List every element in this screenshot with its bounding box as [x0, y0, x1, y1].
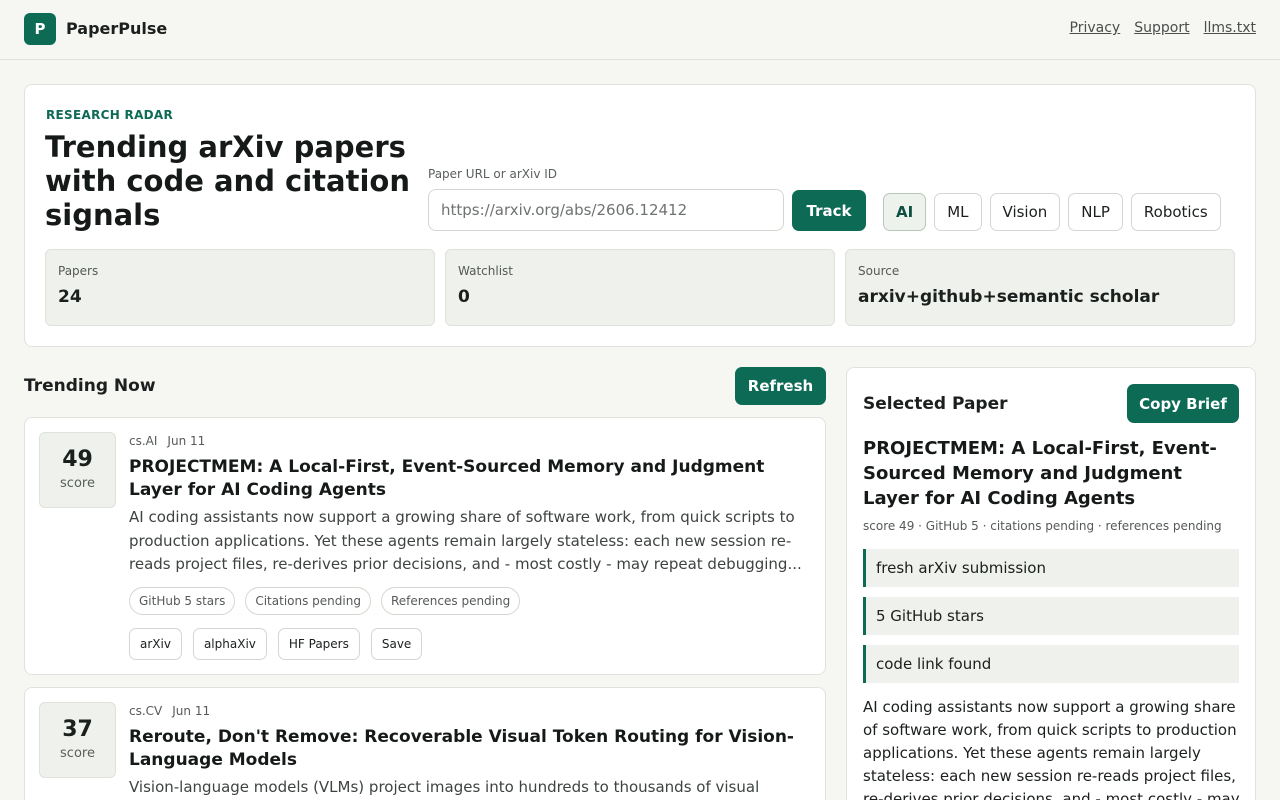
top-links: Privacy Support llms.txt: [1070, 20, 1256, 36]
stat-value: arxiv+github+semantic scholar: [858, 287, 1160, 307]
hf-papers-link-button[interactable]: HF Papers: [277, 628, 360, 660]
stat-label: Source: [858, 264, 900, 278]
paper-meta: cs.AI Jun 11: [129, 434, 205, 448]
paper-title[interactable]: Reroute, Don't Remove: Recoverable Visua…: [129, 726, 813, 772]
category-chip-ml[interactable]: ML: [934, 193, 982, 231]
score-label: score: [60, 746, 95, 761]
paper-date: Jun 11: [167, 434, 206, 448]
alphaxiv-link-button[interactable]: alphaXiv: [192, 628, 267, 660]
score-value: 49: [62, 447, 93, 472]
stat-label: Watchlist: [458, 264, 513, 278]
llms-txt-link[interactable]: llms.txt: [1204, 20, 1256, 36]
paper-abstract: Vision-language models (VLMs) project im…: [129, 778, 760, 796]
arxiv-link-button[interactable]: arXiv: [129, 628, 182, 660]
signal-item: fresh arXiv submission: [863, 549, 1239, 587]
paper-meta: cs.CV Jun 11: [129, 704, 210, 718]
signal-item: code link found: [863, 645, 1239, 683]
stat-watchlist: Watchlist 0: [445, 249, 835, 326]
score-badge: 49 score: [39, 432, 116, 508]
score-label: score: [60, 476, 95, 491]
stats-row: Papers 24 Watchlist 0 Source arxiv+githu…: [45, 249, 1235, 326]
stat-papers: Papers 24: [45, 249, 435, 326]
paper-card[interactable]: 49 score cs.AI Jun 11 PROJECTMEM: A Local…: [24, 417, 826, 675]
stat-value: 0: [458, 287, 470, 307]
signal-list: fresh arXiv submission 5 GitHub stars co…: [863, 549, 1239, 693]
category-chip-ai[interactable]: AI: [883, 193, 927, 231]
save-button[interactable]: Save: [370, 628, 423, 660]
selected-paper-heading: Selected Paper: [863, 394, 1008, 414]
selected-paper-abstract: AI coding assistants now support a growi…: [863, 698, 1240, 800]
app-logo[interactable]: P: [24, 13, 56, 45]
brand-name[interactable]: PaperPulse: [66, 19, 167, 38]
copy-brief-button[interactable]: Copy Brief: [1127, 384, 1239, 423]
privacy-link[interactable]: Privacy: [1070, 20, 1121, 36]
score-value: 37: [62, 717, 93, 742]
paper-actions: arXiv alphaXiv HF Papers Save: [129, 628, 423, 660]
score-badge: 37 score: [39, 702, 116, 778]
signal-item: 5 GitHub stars: [863, 597, 1239, 635]
paper-card[interactable]: 37 score cs.CV Jun 11 Reroute, Don't Remo…: [24, 687, 826, 800]
references-tag: References pending: [380, 587, 521, 615]
selected-paper-meta: score 49 · GitHub 5 · citations pending …: [863, 519, 1222, 533]
track-button[interactable]: Track: [792, 190, 866, 231]
category-filters: AI ML Vision NLP Robotics: [883, 193, 1221, 231]
stat-source: Source arxiv+github+semantic scholar: [845, 249, 1235, 326]
stat-value: 24: [58, 287, 82, 307]
category-chip-robotics[interactable]: Robotics: [1130, 193, 1221, 231]
paper-date: Jun 11: [172, 704, 211, 718]
refresh-button[interactable]: Refresh: [735, 367, 826, 405]
paper-signal-tags: GitHub 5 stars Citations pending Referen…: [129, 587, 521, 615]
selected-paper-panel: Selected Paper Copy Brief PROJECTMEM: A …: [846, 367, 1256, 800]
page-title: Trending arXiv papers with code and cita…: [45, 130, 410, 232]
category-chip-vision[interactable]: Vision: [989, 193, 1061, 231]
category-chip-nlp[interactable]: NLP: [1068, 193, 1123, 231]
paper-title[interactable]: PROJECTMEM: A Local-First, Event-Sourced…: [129, 456, 813, 502]
paper-url-input[interactable]: [428, 189, 784, 231]
hero-card: RESEARCH RADAR Trending arXiv papers wit…: [24, 84, 1256, 347]
top-bar: P PaperPulse Privacy Support llms.txt: [0, 0, 1280, 60]
citations-tag: Citations pending: [245, 587, 371, 615]
stat-label: Papers: [58, 264, 99, 278]
paper-abstract: AI coding assistants now support a growi…: [129, 508, 802, 573]
paper-category: cs.AI: [129, 434, 158, 448]
support-link[interactable]: Support: [1134, 20, 1189, 36]
github-stars-tag: GitHub 5 stars: [129, 587, 236, 615]
hero-eyebrow: RESEARCH RADAR: [46, 108, 174, 122]
paper-category: cs.CV: [129, 704, 163, 718]
trending-title: Trending Now: [24, 376, 156, 396]
paper-url-label: Paper URL or arXiv ID: [428, 167, 558, 181]
selected-paper-title: PROJECTMEM: A Local-First, Event-Sourced…: [863, 438, 1217, 509]
